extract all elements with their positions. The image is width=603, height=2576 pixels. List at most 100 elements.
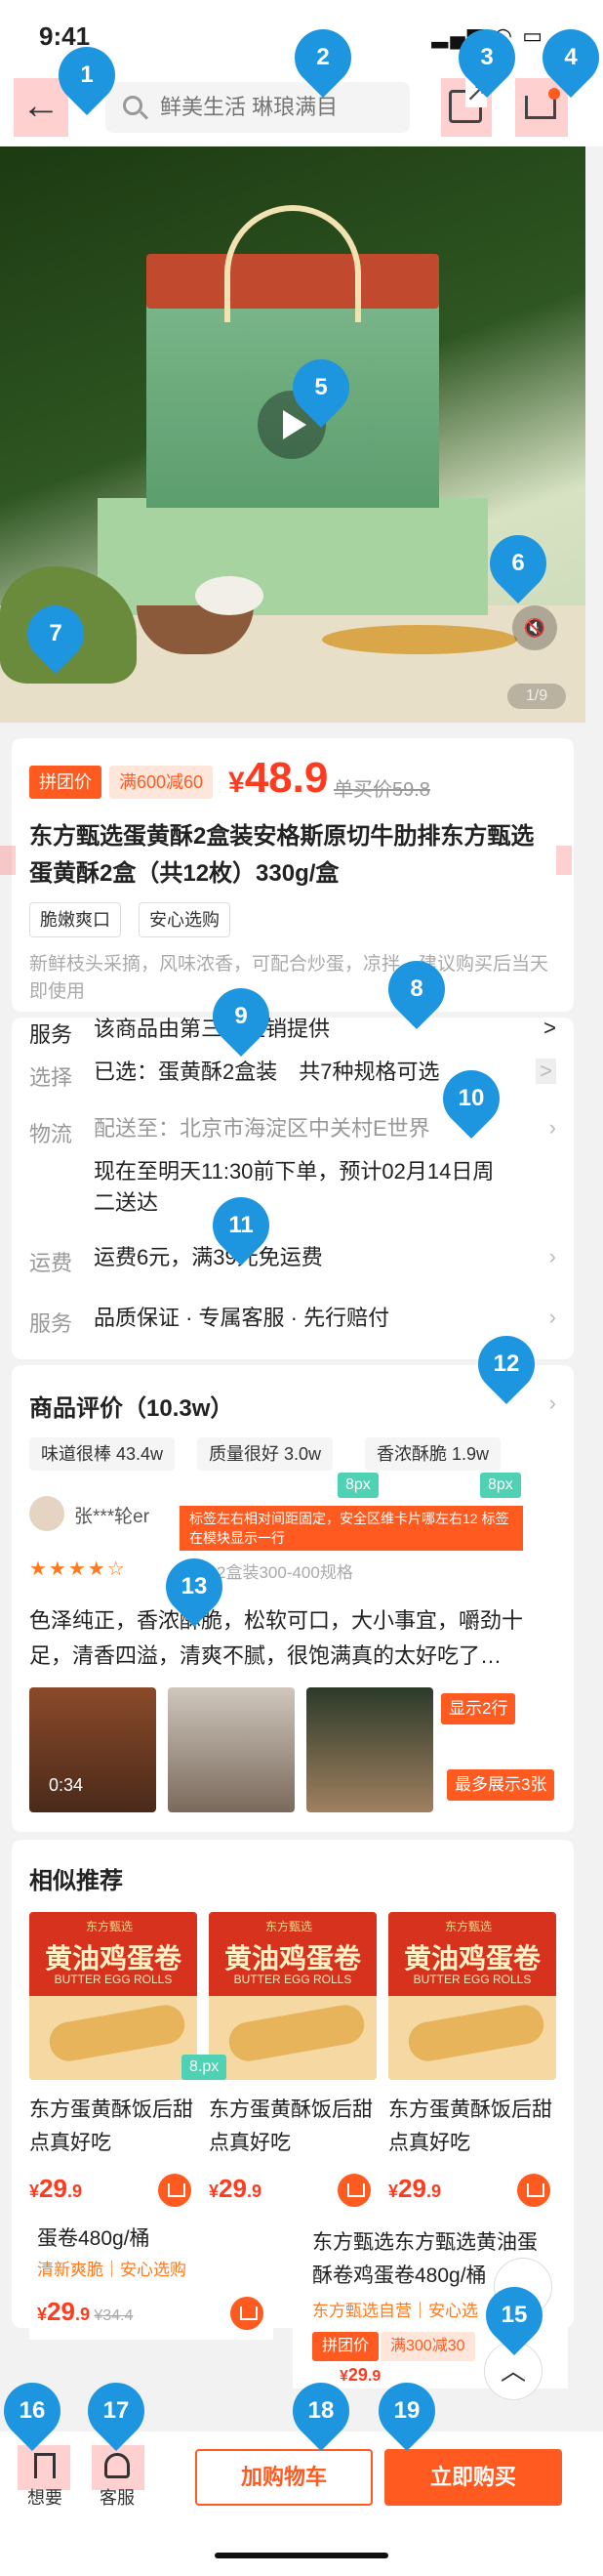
add-cart-icon[interactable]: [158, 2174, 191, 2207]
promo-tag: 满300减30: [381, 2332, 475, 2361]
annotation-pin: 19: [366, 2370, 448, 2452]
annotation-pin: 11: [200, 1184, 282, 1267]
bookmark-icon: [34, 2453, 56, 2478]
annotation-pin: 8: [376, 948, 458, 1030]
customer-service-button[interactable]: 客服: [90, 2453, 144, 2510]
highlight-right-margin: [556, 846, 572, 875]
review-image[interactable]: [306, 1687, 433, 1812]
package-title: 黄油鸡蛋卷: [44, 1943, 181, 1974]
review-tag[interactable]: 香浓酥脆 1.9w: [365, 1437, 502, 1471]
annotation-pin: 17: [75, 2370, 157, 2452]
service-label: 物流: [29, 1122, 73, 1146]
add-cart-icon[interactable]: [517, 2174, 550, 2207]
add-cart-icon[interactable]: [230, 2297, 263, 2330]
recommend-item[interactable]: 东方甄选 黄油鸡蛋卷 BUTTER EGG ROLLS 东方蛋黄酥饭后甜点真好吃…: [29, 1912, 197, 2207]
package-brand: 东方甄选: [86, 1920, 134, 1933]
pin-number: 6: [511, 550, 525, 576]
pin-number: 2: [316, 44, 330, 70]
pin-number: 5: [314, 374, 328, 400]
pin-number: 1: [80, 62, 94, 88]
price-value: 48.9: [244, 754, 329, 802]
annotation-pin: 18: [280, 2370, 362, 2452]
group-price-tag: 拼团价: [29, 766, 101, 799]
annotation-pin: 2: [282, 17, 364, 99]
service-value: 运费6元，满39元免运费: [94, 1245, 323, 1269]
price-card: 拼团价 满600减60 ¥48.9 单买价59.8 东方甄选蛋黄酥2盒装安格斯原…: [12, 738, 574, 1012]
price-decimal: .9: [246, 2181, 261, 2201]
review-tag[interactable]: 味道很棒 43.4w: [29, 1437, 176, 1471]
product-description: 新鲜枝头采摘，风味浓香，可配合炒蛋，凉拌，建议购买后当天即使用: [29, 954, 549, 1002]
search-bar[interactable]: [105, 82, 410, 133]
recommend-name: 东方蛋黄酥饭后甜点真好吃: [388, 2098, 552, 2154]
recommend-item[interactable]: 蛋卷480g/桶 清新爽脆｜安心选购 ¥29.9 ¥34.4: [29, 2223, 273, 2340]
pin-number: 3: [480, 44, 494, 70]
price-decimal: .9: [74, 2305, 90, 2324]
price-value: 29: [47, 2297, 75, 2326]
review-tag[interactable]: 质量很好 3.0w: [197, 1437, 334, 1471]
recommend-item[interactable]: 东方甄选 黄油鸡蛋卷 BUTTER EGG ROLLS 东方蛋黄酥饭后甜点真好吃…: [388, 1912, 556, 2207]
pin-number: 11: [228, 1212, 254, 1238]
annotation-pin: 15: [473, 2274, 555, 2356]
cart-badge-dot: [548, 88, 560, 100]
chevron-right-icon: ›: [548, 1244, 556, 1268]
recommend-price: ¥29.9 ¥34.4: [37, 2297, 133, 2327]
reviewer-name: 张***轮er: [74, 1507, 150, 1527]
home-indicator: [215, 2553, 388, 2558]
add-cart-icon[interactable]: [338, 2174, 371, 2207]
chevron-right-icon: ›: [548, 1115, 556, 1140]
price-value: 29: [39, 2174, 67, 2203]
add-to-cart-button[interactable]: 加购物车: [195, 2449, 373, 2506]
chevron-right-icon: ›: [548, 1305, 556, 1329]
package-subtitle: BUTTER EGG ROLLS: [54, 1973, 173, 1986]
service-label: 运费: [29, 1251, 73, 1275]
package-title: 黄油鸡蛋卷: [403, 1943, 541, 1974]
buy-now-button[interactable]: 立即购买: [384, 2449, 562, 2506]
avatar: [29, 1496, 64, 1531]
feature-tag: 脆嫩爽口: [29, 902, 121, 937]
hero-pedestal: [98, 498, 488, 615]
review-image[interactable]: [168, 1687, 295, 1812]
package-subtitle: BUTTER EGG ROLLS: [413, 1973, 532, 1986]
original-price: 单买价59.8: [334, 779, 430, 801]
price: ¥48.9: [228, 754, 328, 803]
pin-number: 4: [564, 44, 578, 70]
mute-icon[interactable]: 🔇: [512, 605, 557, 650]
original-price: ¥34.4: [94, 2307, 134, 2324]
chevron-right-icon[interactable]: ›: [549, 1391, 556, 1416]
recommend-name: 东方蛋黄酥饭后甜点真好吃: [29, 2098, 193, 2154]
price-value: 29: [347, 2365, 368, 2385]
search-input[interactable]: [160, 82, 404, 133]
spacing-label: 8px: [480, 1473, 521, 1498]
price-decimal: .9: [425, 2181, 441, 2201]
design-note: 标签左右相对间距固定，安全区维卡片哪左右12 标签在模块显示一行: [180, 1506, 523, 1551]
pin-number: 13: [181, 1573, 208, 1600]
video-duration: 0:34: [49, 1775, 84, 1795]
service-value: 品质保证 · 专属客服 · 先行赔付: [94, 1306, 390, 1330]
chevron-right-icon: >: [536, 1059, 556, 1084]
annotation-pin: 10: [430, 1058, 512, 1140]
price-currency: ¥: [209, 2181, 220, 2201]
annotation-pin: 7: [15, 593, 97, 675]
customer-service-label: 客服: [100, 2488, 135, 2508]
favorite-button[interactable]: 想要: [18, 2453, 72, 2510]
pin-number: 18: [307, 2397, 335, 2424]
recommend-name: 东方蛋黄酥饭后甜点真好吃: [209, 2098, 373, 2154]
pin-number: 9: [234, 1003, 248, 1029]
review-title[interactable]: 商品评价（10.3w）: [29, 1389, 233, 1423]
search-icon: [123, 96, 142, 115]
pin-number: 7: [49, 620, 62, 646]
recommend-image: 东方甄选 黄油鸡蛋卷 BUTTER EGG ROLLS: [209, 1912, 377, 2080]
price-value: 29: [398, 2174, 426, 2203]
favorite-label: 想要: [27, 2488, 62, 2508]
pin-number: 12: [493, 1350, 520, 1377]
note-badge: 最多展示3张: [447, 1769, 555, 1801]
annotation-pin: 6: [477, 522, 559, 604]
egg-roll-illustration: [225, 2002, 368, 2064]
service-card: 服务 该商品由第三方直销提供 > 选择 已选：蛋黄酥2盒装 共7种规格可选 > …: [12, 1016, 574, 1359]
recommend-name: 蛋卷480g/桶: [37, 2227, 150, 2250]
cart-icon[interactable]: [523, 88, 560, 125]
share-icon[interactable]: [449, 77, 487, 123]
price-value: 29: [219, 2174, 247, 2203]
egg-roll-illustration: [405, 2002, 547, 2064]
recommend-item[interactable]: 东方甄选 黄油鸡蛋卷 BUTTER EGG ROLLS 东方蛋黄酥饭后甜点真好吃…: [209, 1912, 377, 2207]
